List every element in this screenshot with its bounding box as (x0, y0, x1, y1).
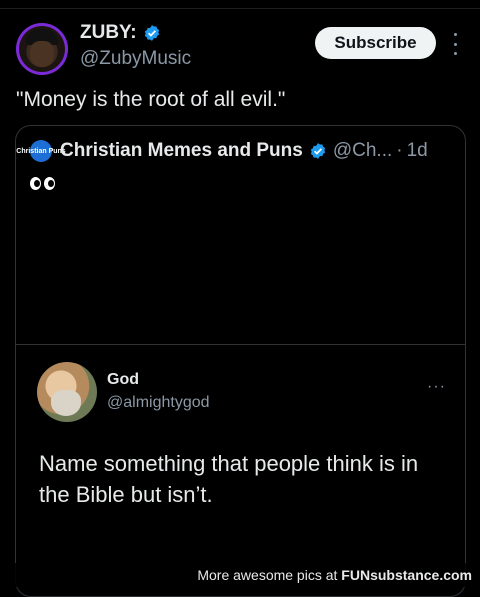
quoted-tweet[interactable]: Christian Puns Christian Memes and Puns … (15, 125, 466, 597)
tweet-header: ZUBY: @ZubyMusic Subscribe (0, 18, 480, 78)
watermark-prefix: More awesome pics at (197, 567, 338, 583)
subscribe-button[interactable]: Subscribe (315, 27, 436, 59)
quoted-header: Christian Puns Christian Memes and Puns … (16, 140, 428, 162)
watermark-brand: FUNsubstance.com (341, 567, 472, 583)
quoted-name: Christian Memes and Puns (60, 140, 303, 161)
more-horizontal-icon: ··· (427, 378, 446, 395)
watermark-text: More awesome pics at FUNsubstance.com (197, 567, 472, 583)
verified-badge-icon (310, 143, 325, 159)
more-vertical-icon[interactable] (450, 33, 460, 55)
quoted-separator: · (396, 140, 403, 161)
embedded-name: God (107, 371, 139, 388)
author-handle[interactable]: @ZubyMusic (80, 48, 191, 70)
quoted-handle: @Ch... (332, 140, 393, 161)
eyes-emoji-icon (30, 177, 55, 190)
verified-badge-icon (144, 25, 159, 41)
author-avatar[interactable] (16, 23, 68, 75)
author-name[interactable]: ZUBY: (80, 22, 137, 44)
quoted-time: 1d (406, 140, 428, 161)
author-name-row: ZUBY: (80, 22, 161, 44)
quoted-avatar: Christian Puns (16, 140, 66, 162)
embedded-text: Name something that people think is in t… (39, 451, 419, 507)
embedded-handle: @almightygod (107, 394, 210, 411)
tweet-text: "Money is the root of all evil." (16, 88, 286, 111)
watermark-bar: More awesome pics at FUNsubstance.com (0, 563, 480, 587)
embedded-avatar (37, 362, 97, 422)
top-divider (0, 0, 480, 9)
embedded-divider (16, 344, 465, 345)
